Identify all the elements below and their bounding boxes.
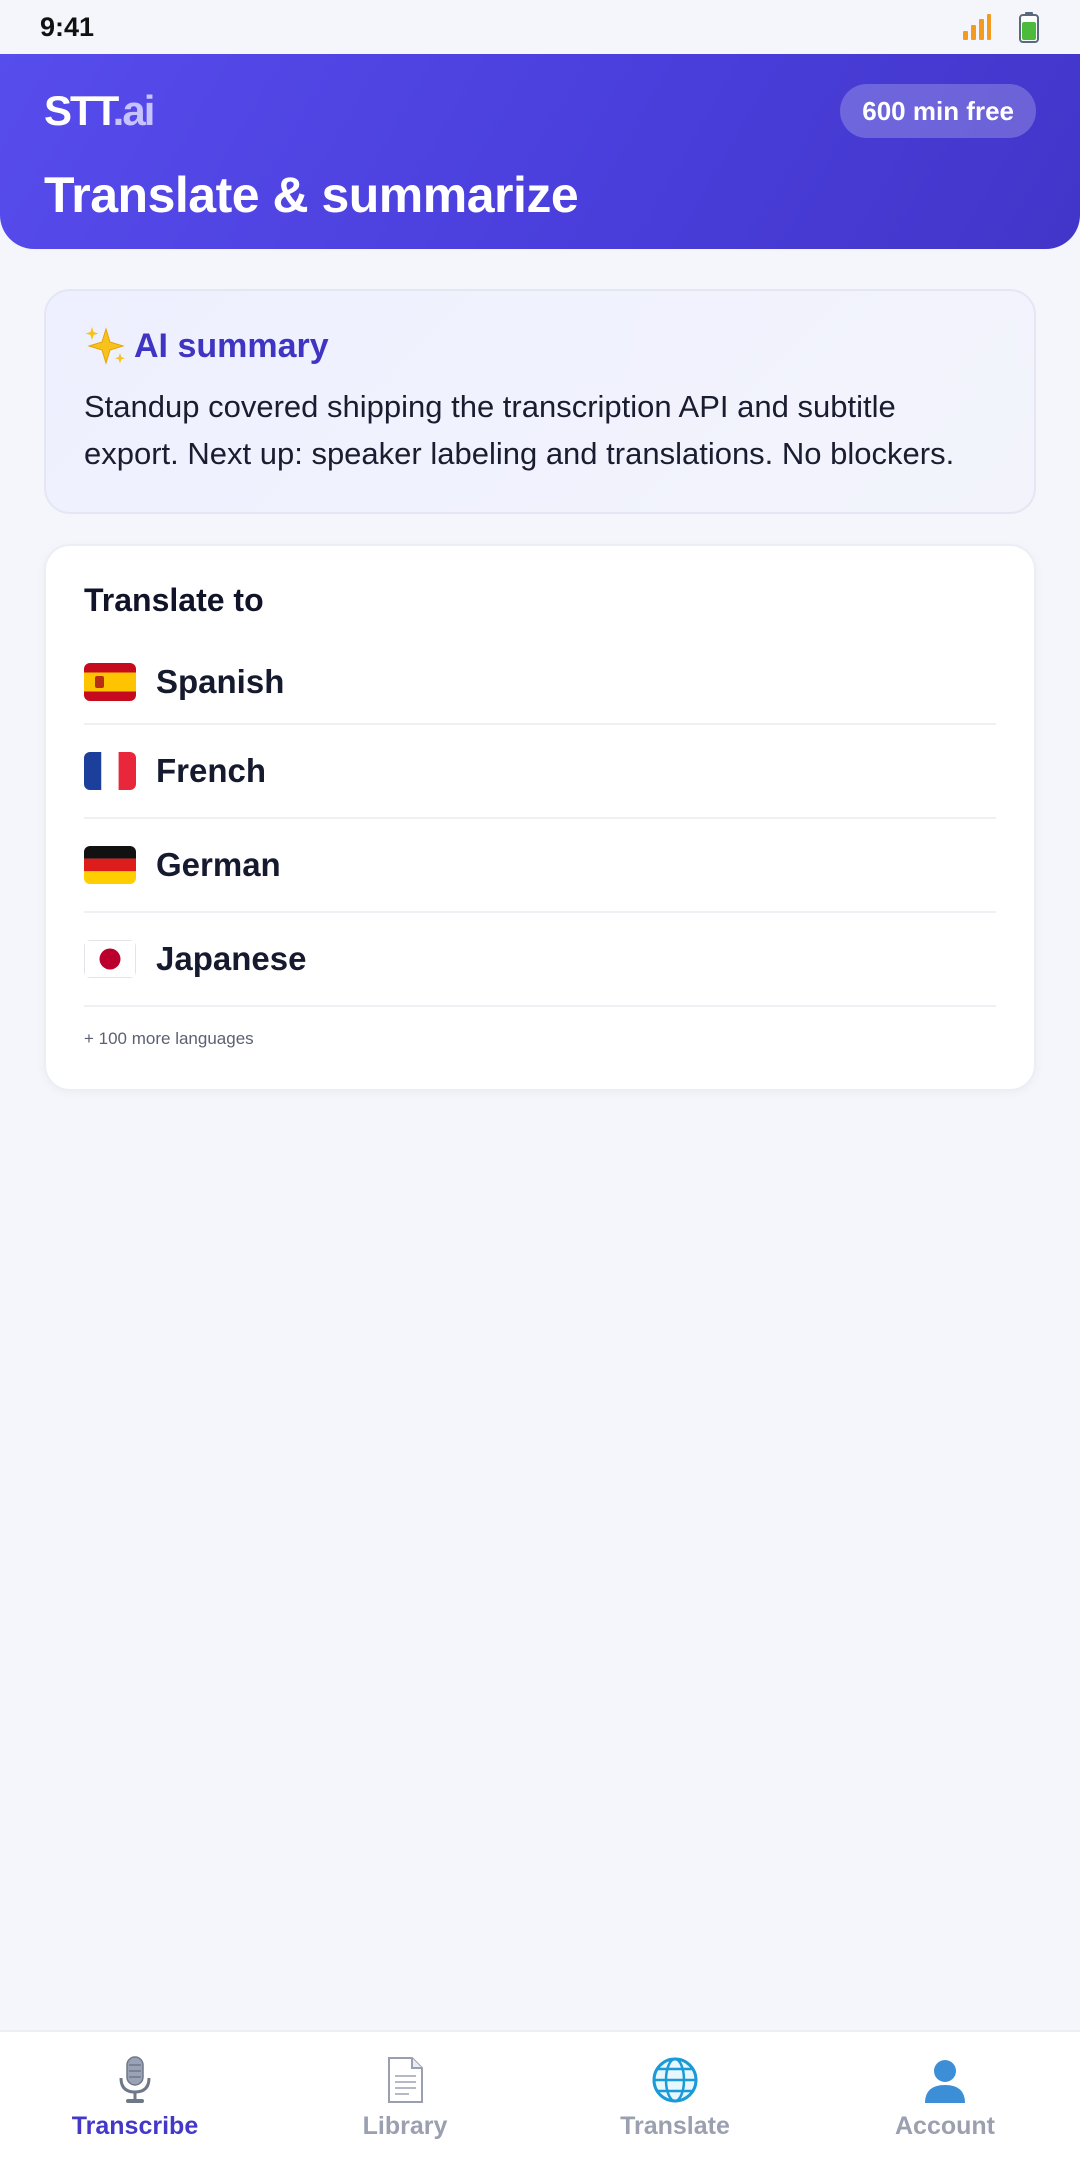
translate-heading: Translate to (84, 582, 264, 618)
signal-icon (962, 13, 992, 41)
battery-icon (1018, 11, 1040, 43)
language-item-german[interactable]: German (84, 819, 996, 913)
ai-summary-heading: AI summary (84, 325, 996, 367)
brand-logo: STT.ai (44, 87, 156, 135)
nav-item-library[interactable]: Library (270, 2032, 540, 2160)
page-title: Translate & summarize (44, 167, 579, 223)
germany-flag-icon (84, 846, 136, 884)
translate-card: Translate to Spanish French German Japan… (44, 544, 1036, 1091)
language-list: Spanish French German Japanese (84, 641, 996, 1007)
ai-summary-card: AI summary Standup covered shipping the … (44, 289, 1036, 514)
sparkles-icon (84, 325, 126, 367)
nav-item-translate[interactable]: Translate (540, 2032, 810, 2160)
document-icon (379, 2054, 431, 2106)
brand-suffix: .ai (112, 87, 156, 134)
bottom-navigation: Transcribe Library Translate Account (0, 2030, 1080, 2160)
language-item-spanish[interactable]: Spanish (84, 641, 996, 725)
nav-label: Library (362, 2112, 448, 2140)
nav-item-transcribe[interactable]: Transcribe (0, 2032, 270, 2160)
app-header: STT.ai 600 min free Translate & summariz… (0, 54, 1080, 249)
globe-icon (649, 2054, 701, 2106)
free-minutes-badge[interactable]: 600 min free (840, 84, 1036, 138)
microphone-icon (109, 2054, 161, 2106)
brand-main: STT (44, 87, 115, 134)
status-bar: 9:41 (0, 0, 1080, 54)
language-name: French (156, 752, 267, 789)
more-languages-link[interactable]: + 100 more languages (84, 1029, 996, 1049)
language-item-japanese[interactable]: Japanese (84, 913, 996, 1007)
nav-label: Translate (620, 2112, 730, 2140)
status-time: 9:41 (40, 11, 95, 42)
language-name: Spanish (156, 663, 285, 700)
japan-flag-icon (84, 940, 136, 978)
ai-summary-title: AI summary (134, 326, 329, 365)
language-item-french[interactable]: French (84, 725, 996, 819)
language-name: German (156, 846, 281, 883)
status-icons (962, 11, 1040, 43)
nav-label: Account (895, 2112, 995, 2140)
spain-flag-icon (84, 663, 136, 701)
nav-label: Transcribe (71, 2112, 199, 2140)
language-name: Japanese (156, 940, 307, 977)
france-flag-icon (84, 752, 136, 790)
ai-summary-text: Standup covered shipping the transcripti… (84, 389, 955, 471)
nav-item-account[interactable]: Account (810, 2032, 1080, 2160)
user-icon (919, 2054, 971, 2106)
